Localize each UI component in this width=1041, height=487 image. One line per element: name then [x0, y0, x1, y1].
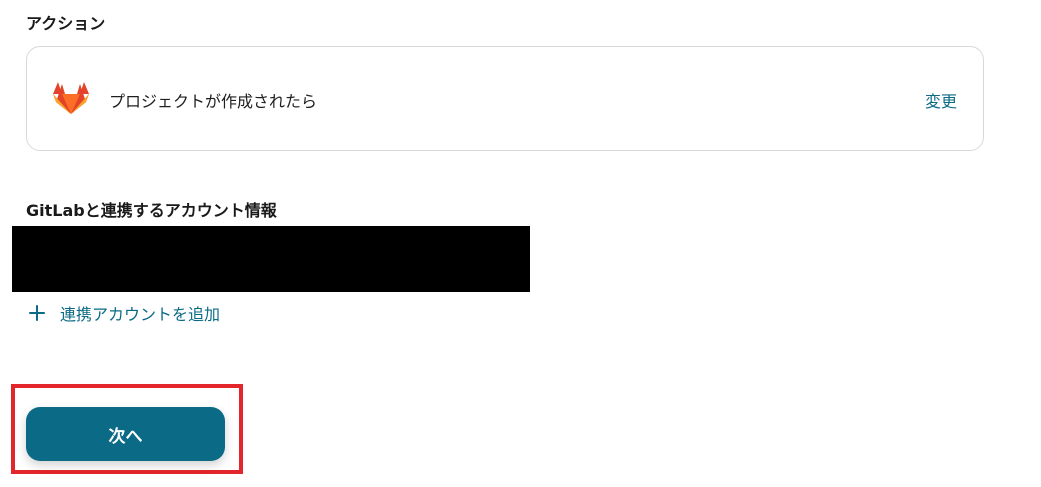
plus-icon — [28, 304, 46, 322]
next-button[interactable]: 次へ — [26, 407, 225, 461]
add-account-button[interactable]: 連携アカウントを追加 — [28, 302, 220, 324]
change-link[interactable]: 変更 — [925, 88, 957, 112]
action-section-label: アクション — [26, 14, 106, 33]
add-account-label: 連携アカウントを追加 — [60, 305, 221, 324]
account-info-redacted — [12, 226, 530, 292]
account-section-label: GitLabと連携するアカウント情報 — [26, 201, 277, 220]
action-card: プロジェクトが作成されたら 変更 — [26, 46, 984, 151]
gitlab-logo-icon — [52, 79, 90, 117]
action-title: プロジェクトが作成されたら — [109, 92, 318, 111]
